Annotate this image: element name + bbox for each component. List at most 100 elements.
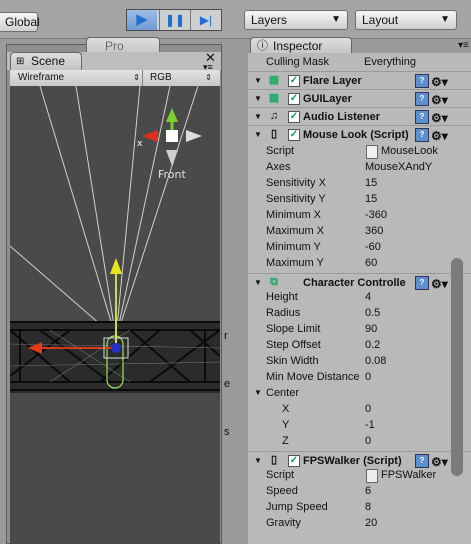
property-row: Height 4 [248,289,471,305]
pause-icon: ❚❚ [164,13,186,27]
property-row: Minimum Y -60 [248,239,471,255]
property-row: Min Move Distance 0 [248,369,471,385]
layout-dropdown[interactable]: Layout ▼ [355,10,457,30]
orientation-gizmo[interactable]: x Front [137,108,202,181]
enabled-checkbox[interactable]: ✓ [288,75,300,87]
fold-triangle-icon[interactable]: ▼ [254,90,262,108]
number-field[interactable]: 8 [365,499,371,515]
help-book-icon[interactable]: ? [415,276,429,290]
number-field[interactable]: 0.5 [365,305,380,321]
pause-button[interactable]: ❚❚ [159,10,190,30]
help-book-icon[interactable]: ? [415,128,429,142]
layers-dropdown[interactable]: Layers ▼ [244,10,348,30]
property-label: Maximum X [266,225,325,237]
help-book-icon[interactable]: ? [415,110,429,124]
script-field[interactable]: MouseLook [381,143,438,159]
scene-icon: ⊞ [16,56,25,67]
tab-scene[interactable]: ⊞ Scene [10,52,82,70]
gui-layer-icon: ▦ [268,92,280,104]
number-field[interactable]: 0 [365,369,371,385]
number-field[interactable]: 15 [365,191,377,207]
property-row: Z 0 [248,433,471,449]
fold-triangle-icon[interactable]: ▼ [254,108,262,126]
fold-triangle-icon[interactable]: ▼ [254,126,262,144]
property-row: Speed 6 [248,483,471,499]
property-label: Step Offset [266,339,321,351]
number-field[interactable]: 90 [365,321,377,337]
clipped-letter: r [224,330,228,342]
property-label: Script [266,469,295,481]
color-mode-dropdown[interactable]: RGB ⇕ [150,70,212,86]
panel-menu-icon[interactable]: ▾≡ [458,40,469,51]
culling-mask-row: Culling Mask Everything [248,54,471,70]
property-label: Min Move Distance [266,371,360,383]
component-gui-layer[interactable]: ▼ ▦ ✓ GUILayer ? ⚙▾ [248,89,471,108]
scene-wireframe-drawing: x Front [10,86,220,393]
chevron-down-icon: ▼ [440,14,450,25]
fold-triangle-icon[interactable]: ▼ [254,385,262,401]
component-mouse-look[interactable]: ▼ ▯ ✓ Mouse Look (Script) ? ⚙▾ [248,125,471,144]
axes-dropdown[interactable]: MouseXAndY [365,159,432,175]
component-flare-layer[interactable]: ▼ ▦ ✓ Flare Layer ? ⚙▾ [248,71,471,90]
step-button[interactable]: ▶| [190,10,221,30]
inspector-tab-label: Inspector [273,39,323,53]
script-icon: ▯ [270,128,278,140]
property-label: Radius [266,307,301,319]
property-row: Sensitivity X 15 [248,175,471,191]
scene-tab-label: Scene [31,54,66,68]
number-field[interactable]: 0.2 [365,337,380,353]
property-label: Maximum Y [266,257,324,269]
number-field[interactable]: 360 [365,223,383,239]
property-label: Z [282,435,289,447]
number-field[interactable]: -1 [365,417,375,433]
property-label: Sensitivity X [266,177,326,189]
property-row: Step Offset 0.2 [248,337,471,353]
enabled-checkbox[interactable]: ✓ [288,129,300,141]
property-row: Radius 0.5 [248,305,471,321]
script-field[interactable]: FPSWalker [381,467,436,483]
component-name: Audio Listener [303,111,381,123]
number-field[interactable]: 4 [365,289,371,305]
help-book-icon[interactable]: ? [415,92,429,106]
inspector-scrollbar-thumb[interactable] [451,258,463,476]
property-label: Minimum X [266,209,322,221]
property-label: X [282,403,290,415]
enabled-checkbox[interactable]: ✓ [288,455,300,467]
property-row: Maximum X 360 [248,223,471,239]
component-audio-listener[interactable]: ▼ ♫ ✓ Audio Listener ? ⚙▾ [248,107,471,126]
number-field[interactable]: 20 [365,515,377,531]
property-label: Slope Limit [266,323,321,335]
global-toggle-button[interactable]: Global [0,12,40,32]
number-field[interactable]: 0 [365,401,371,417]
number-field[interactable]: 0 [365,433,371,449]
stepper-icon: ⇕ [133,73,140,82]
help-book-icon[interactable]: ? [415,454,429,468]
left-scrollbar[interactable] [233,62,246,482]
enabled-checkbox[interactable]: ✓ [288,93,300,105]
number-field[interactable]: -60 [365,239,381,255]
number-field[interactable]: 0.08 [365,353,386,369]
play-button[interactable]: ▶ [127,10,157,30]
property-label: Speed [266,485,298,497]
help-book-icon[interactable]: ? [415,74,429,88]
clipped-letter: e [224,378,231,390]
render-mode-dropdown[interactable]: Wireframe ⇕ [18,70,143,86]
clipped-letter: s [224,426,230,438]
play-icon: ▶ [136,11,148,28]
number-field[interactable]: 60 [365,255,377,271]
gizmo-x-label: x [137,139,143,149]
center-foldout[interactable]: ▼ Center [248,385,471,401]
render-mode-label: Wireframe [18,72,65,83]
property-row: Skin Width 0.08 [248,353,471,369]
number-field[interactable]: 15 [365,175,377,191]
step-icon: ▶| [199,13,213,27]
scene-viewport[interactable]: x Front [10,86,220,544]
fold-triangle-icon[interactable]: ▼ [254,72,262,90]
component-name: Flare Layer [303,75,362,87]
culling-mask-dropdown[interactable]: Everything [364,54,416,70]
enabled-checkbox[interactable]: ✓ [288,111,300,123]
number-field[interactable]: 6 [365,483,371,499]
number-field[interactable]: -360 [365,207,387,223]
flare-layer-icon: ▦ [268,74,280,86]
property-row: Minimum X -360 [248,207,471,223]
